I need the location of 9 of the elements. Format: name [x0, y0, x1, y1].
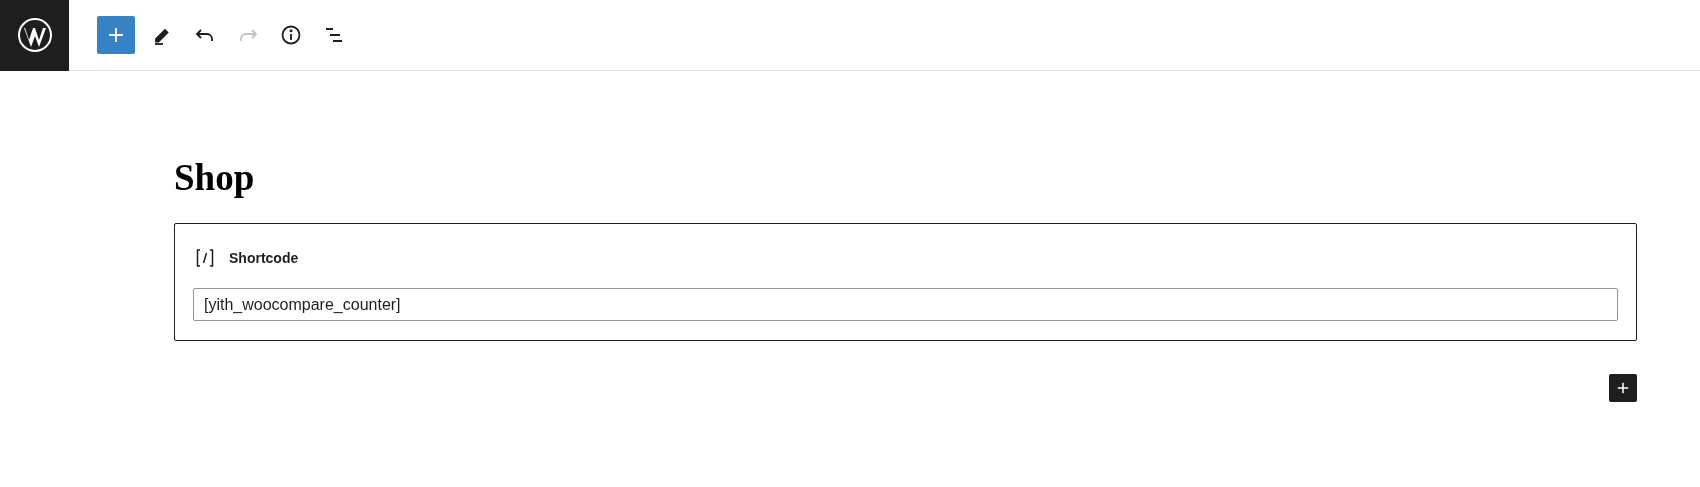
- shortcode-block[interactable]: Shortcode [yith_woocompare_counter]: [174, 223, 1637, 341]
- shortcode-field[interactable]: [yith_woocompare_counter]: [193, 288, 1618, 321]
- block-label: Shortcode: [229, 248, 299, 268]
- page-title[interactable]: Shop: [174, 156, 1637, 200]
- wordpress-icon: [16, 17, 53, 53]
- wordpress-logo[interactable]: [0, 0, 69, 71]
- info-icon: [279, 23, 303, 47]
- add-block-button[interactable]: [1609, 374, 1637, 402]
- inserter-button[interactable]: [97, 16, 135, 54]
